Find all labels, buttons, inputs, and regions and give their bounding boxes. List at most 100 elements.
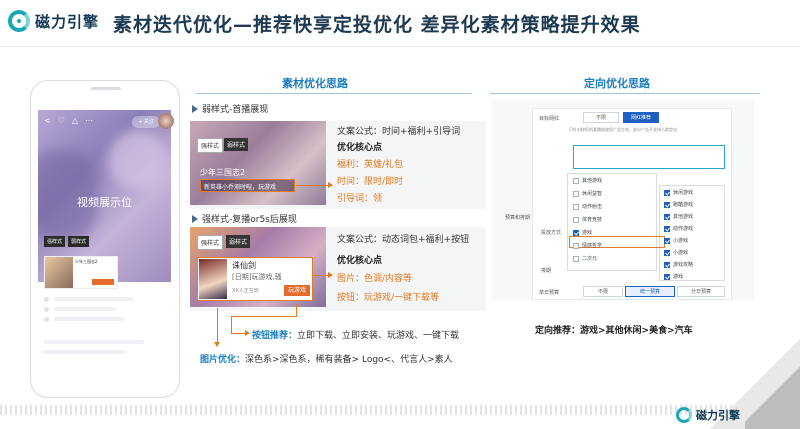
checkbox[interactable] [664,225,670,232]
row1-label: 目标网红 [539,116,560,122]
left-category-item[interactable]: 情感哲学 [573,242,602,249]
right-category-item[interactable]: 其他游戏 [664,213,693,220]
avatar[interactable] [158,113,174,129]
strong-game-players: XX人正在玩 [232,288,259,294]
heart-icon[interactable]: ♡ [58,116,65,125]
arrow-right-icon [296,182,333,188]
checkbox[interactable] [573,177,579,184]
chip-strong: 强样式 [197,235,224,250]
phone-ad-card[interactable]: 少年三国志2 [44,256,118,289]
phone-speaker [91,87,121,90]
weak-game-title: 少年三国志2 [200,168,246,177]
weak-point-2: 时间：限时/即时 [337,177,404,187]
side-label-budget: 预算和排期 [505,215,531,221]
checkbox[interactable] [573,242,579,249]
chip-weak: 弱样式 [226,235,251,248]
targeting-recommendation: 定向推荐：游戏>其他休闲>美食>汽车 [535,326,693,336]
ad-card-image [45,257,73,288]
right-category-item[interactable]: 动作游戏 [664,225,693,232]
side-label-method: 投放方式 [541,230,562,236]
right-category-item[interactable]: 小游戏 [664,249,688,256]
weak-point-1: 福利：英雄/礼包 [337,160,404,170]
right-category-item[interactable]: 游戏 [664,273,683,280]
tag-strong: 强样式 [44,236,66,247]
game-poster-image [199,259,227,299]
weak-style-heading: 弱样式-首播展现 [192,102,268,115]
footer-logo-icon [676,407,692,423]
brand-logo-text: 磁力引擎 [35,12,100,31]
strong-style-preview: 强样式 弱样式 诛仙剑 [日期]玩游戏,骚 XX人正在玩 玩游戏 [190,227,326,307]
strong-style-heading: 强样式-复播or5s后展现 [192,212,297,225]
checkbox[interactable] [573,255,579,262]
checkbox[interactable] [664,213,670,220]
weak-core-title: 优化核心点 [337,143,383,153]
checkbox[interactable] [573,216,579,223]
play-game-button[interactable]: 玩游戏 [284,285,310,296]
footer-logo-text: 磁力引擎 [696,409,740,422]
slide: 磁力引擎 素材迭代优化—推荐快享定投优化 差异化素材策略提升效果 视频展示位 <… [0,0,800,429]
left-category-item[interactable]: 动作射击 [573,203,602,210]
brand-logo: 磁力引擎 [8,10,99,32]
chip-weak: 弱样式 [224,138,249,151]
budget-unlimited[interactable]: 不限 [583,286,623,297]
ad-card-button[interactable] [92,279,114,285]
side-label-schedule: 排期 [541,268,552,274]
right-category-item[interactable]: 休闲游戏 [664,189,693,196]
header-divider [0,46,800,47]
chip-strong: 强样式 [197,138,224,153]
left-category-item[interactable]: 二次元 [573,255,597,262]
triangle-icon [192,104,198,113]
weak-formula: 文案公式：时间+福利+引导词 [337,127,461,137]
footer-logo: 磁力引擎 [676,407,740,423]
strong-formula: 文案公式：动态词包+福利+按钮 [337,235,470,245]
share-icon[interactable]: △ [72,116,78,125]
strong-point-2: 按钮：玩游戏/一键下载等 [337,293,440,303]
page-title: 素材迭代优化—推荐快享定投优化 差异化素材策略提升效果 [113,14,641,36]
more-icon[interactable]: ⋯ [85,116,93,125]
arrow-right-icon [314,272,333,278]
option-recommend[interactable]: 网红推荐 [623,112,659,123]
targeting-search-input[interactable] [573,145,725,169]
arrow-right-icon [231,330,250,336]
checkbox[interactable] [573,203,579,210]
left-category-item[interactable]: 体育竞技 [573,216,602,223]
checkbox[interactable] [664,249,670,256]
strong-core-title: 优化核心点 [337,256,383,266]
material-section-title: 素材优化思路 [282,77,348,90]
phone-style-tags: 强样式 弱样式 [44,236,90,247]
strong-game-desc: [日期]玩游戏,骚 [232,273,282,281]
targeting-section-title: 定向优化思路 [584,77,650,90]
weak-game-line: 新英雄小乔测时暄，玩游戏 [200,179,295,192]
checkbox[interactable] [573,229,579,236]
weak-point-3: 引导词：领 [337,194,383,204]
strong-point-1: 图片：色调/内容等 [337,274,413,284]
targeting-hint: 只针对按您的喜播放放您广告生效，部分广告不支持人群定向 [569,127,677,132]
left-category-item[interactable]: 游戏 [573,229,592,236]
triangle-icon [192,214,198,223]
image-optimization: 图片优化：深色系>深色系，稀有装备> Logo<、代言人>素人 [200,355,453,365]
checkbox[interactable] [664,273,670,280]
side-label-daily: 单日预算 [539,290,560,296]
budget-daily[interactable]: 分日预算 [677,286,725,297]
left-category-item[interactable]: 休闲益智 [573,190,602,197]
right-category-item[interactable]: 游戏攻略 [664,261,693,268]
checkbox[interactable] [664,237,670,244]
left-category-item[interactable]: 其他游戏 [573,177,602,184]
right-category-item[interactable]: 跑酷游戏 [664,201,693,208]
weak-style-preview: 强样式 弱样式 少年三国志2 新英雄小乔测时暄，玩游戏 [190,121,326,205]
brand-logo-icon [8,10,30,32]
follow-button[interactable]: + 关注 [132,116,160,128]
back-icon[interactable]: < [44,116,51,125]
checkbox[interactable] [664,261,670,268]
checkbox[interactable] [664,189,670,196]
option-unlimited[interactable]: 不限 [583,112,619,123]
budget-unified[interactable]: 统一预算 [625,286,675,297]
checkbox[interactable] [664,201,670,208]
phone-top-icons: < ♡ △ ⋯ [44,116,93,125]
right-category-item[interactable]: 小游戏 [664,237,688,244]
targeting-form: 目标网红 不限 网红推荐 只针对按您的喜播放放您广告生效，部分广告不支持人群定向… [505,108,732,300]
strong-game-name: 诛仙剑 [232,261,256,270]
arrow-down-icon [214,308,220,347]
checkbox[interactable] [573,190,579,197]
tag-weak: 弱样式 [68,236,90,247]
